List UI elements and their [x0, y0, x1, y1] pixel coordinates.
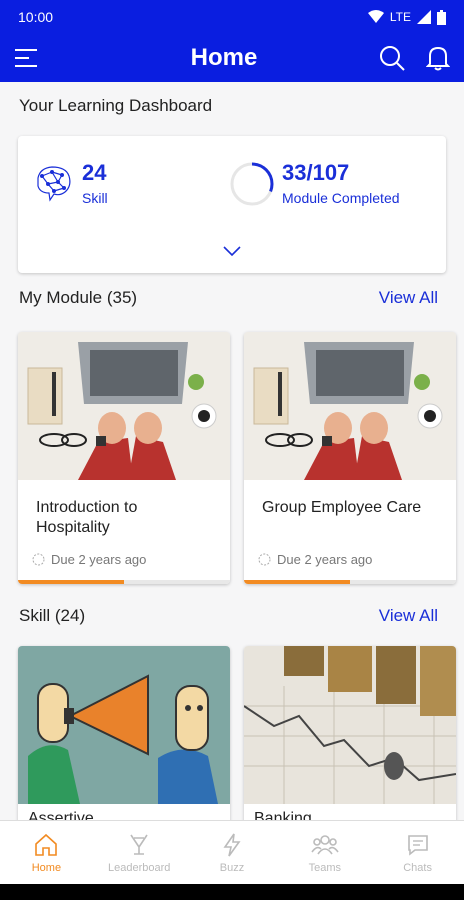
search-icon — [380, 46, 405, 71]
dashboard-card: 24 Skill 33/107 Module Completed — [18, 136, 446, 273]
module-title: Group Employee Care — [262, 499, 422, 516]
nav-item-buzz[interactable]: Buzz — [186, 821, 279, 884]
signal-icon — [417, 10, 431, 24]
clock-icon — [32, 553, 45, 566]
progress-ring-icon — [230, 162, 274, 206]
module-due-text: Due 2 years ago — [277, 552, 373, 567]
module-count: 33/107 — [282, 160, 350, 185]
modules-view-all-link[interactable]: View All — [379, 288, 438, 308]
module-progress-fill — [18, 580, 124, 584]
bottom-navigation: Home Leaderboard Buzz Teams Chats — [0, 820, 464, 884]
network-label: LTE — [389, 10, 411, 24]
skill-label: Skill — [82, 190, 108, 206]
laptop-desk-image — [244, 332, 456, 480]
bell-icon — [426, 46, 450, 71]
modules-heading: My Module (35) — [19, 288, 138, 307]
nav-label-leaderboard: Leaderboard — [108, 861, 171, 874]
skills-view-all-link[interactable]: View All — [379, 606, 438, 626]
status-bar: 10:00 LTE — [0, 0, 464, 34]
module-stat[interactable]: 33/107 Module Completed — [282, 160, 400, 206]
module-thumbnail — [18, 332, 230, 480]
skill-stat[interactable]: 24 Skill — [82, 160, 108, 206]
hamburger-icon — [15, 49, 37, 67]
module-thumbnail — [244, 332, 456, 480]
module-title: Introduction to Hospitality — [36, 499, 138, 536]
brain-network-icon — [37, 166, 71, 202]
nav-label-teams: Teams — [308, 861, 341, 874]
megaphone-illustration — [18, 646, 230, 804]
module-progress-bar — [244, 580, 456, 584]
nav-item-teams[interactable]: Teams — [278, 821, 371, 884]
lightning-icon — [223, 833, 241, 856]
app-bar: Home — [0, 34, 464, 82]
skill-card[interactable]: Banking — [244, 646, 456, 820]
status-time: 10:00 — [18, 9, 54, 25]
skill-count: 24 — [82, 160, 107, 185]
main-content[interactable]: Your Learning Dashboard 24 Skill 33/107 … — [0, 82, 464, 820]
nav-item-home[interactable]: Home — [0, 821, 93, 884]
menu-button[interactable] — [0, 34, 52, 82]
chat-icon — [407, 834, 428, 856]
skill-title: Banking — [254, 810, 312, 820]
wifi-icon — [367, 10, 384, 23]
laptop-desk-image — [18, 332, 230, 480]
home-icon — [35, 833, 58, 856]
nav-label-chats: Chats — [403, 861, 432, 874]
search-button[interactable] — [376, 42, 408, 74]
skill-card[interactable]: Assertive — [18, 646, 230, 820]
chevron-down-icon — [223, 246, 241, 257]
page-title: Home — [190, 44, 258, 71]
nav-item-leaderboard[interactable]: Leaderboard — [93, 821, 186, 884]
nav-label-buzz: Buzz — [219, 861, 245, 874]
expand-dashboard-button[interactable] — [222, 244, 242, 262]
module-due: Due 2 years ago — [18, 544, 230, 567]
nav-label-home: Home — [31, 861, 62, 874]
dashboard-heading: Your Learning Dashboard — [19, 96, 213, 115]
system-icons: LTE — [367, 9, 446, 25]
module-label: Module Completed — [282, 190, 400, 206]
teams-icon — [311, 834, 339, 854]
skill-title: Assertive — [28, 810, 94, 820]
battery-icon — [437, 9, 446, 25]
skill-stat-icon-wrap — [32, 162, 74, 209]
system-navigation-bar — [0, 884, 464, 900]
notifications-button[interactable] — [422, 42, 454, 74]
module-progress-bar — [18, 580, 230, 584]
skill-thumbnail — [18, 646, 230, 804]
module-card[interactable]: Group Employee Care Due 2 years ago — [244, 332, 456, 584]
skills-heading: Skill (24) — [19, 606, 86, 625]
coins-chart-image — [244, 646, 456, 804]
module-progress-fill — [244, 580, 350, 584]
module-due: Due 2 years ago — [244, 544, 456, 567]
clock-icon — [258, 553, 271, 566]
leaderboard-icon — [130, 834, 148, 855]
module-card[interactable]: Introduction to Hospitality Due 2 years … — [18, 332, 230, 584]
skill-thumbnail — [244, 646, 456, 804]
module-due-text: Due 2 years ago — [51, 552, 147, 567]
module-progress-ring — [228, 160, 276, 213]
nav-item-chats[interactable]: Chats — [371, 821, 464, 884]
